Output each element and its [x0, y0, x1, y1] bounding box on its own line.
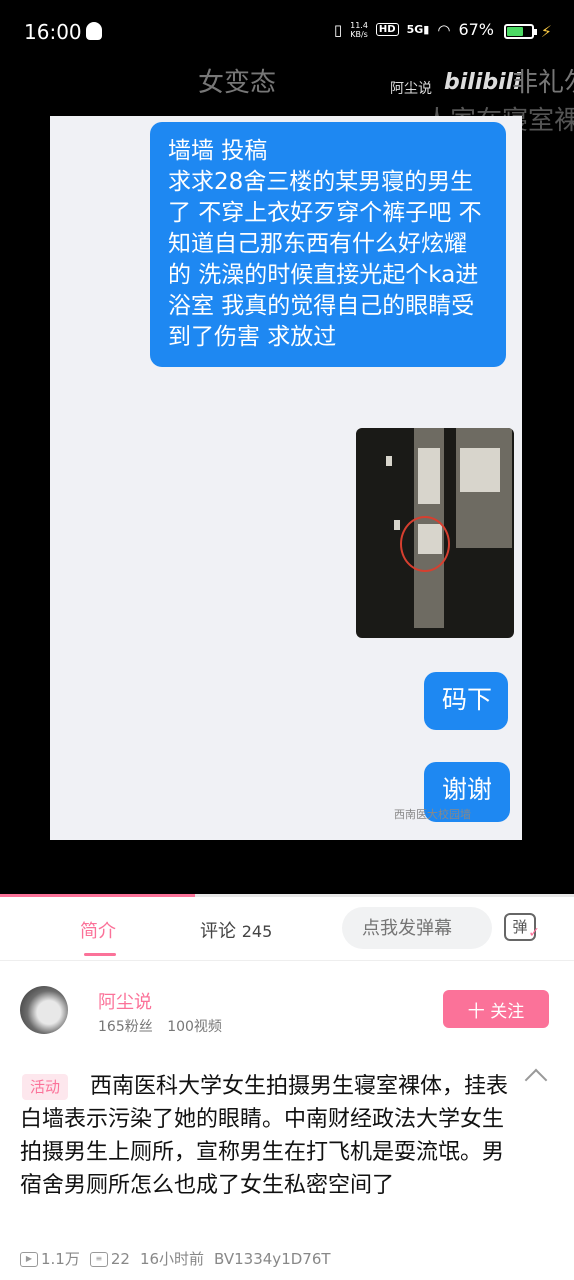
chevron-up-icon[interactable] [524, 1068, 548, 1092]
avatar[interactable] [20, 986, 68, 1034]
status-bar: 16:00 ▯ 11.4 KB/s HD 5G▮ ◠ 67% ⚡ [0, 0, 574, 62]
video-watermark-user: 阿尘说 [390, 81, 432, 97]
video-title: 西南医科大学女生拍摄男生寝室裸体，挂表白墙表示污染了她的眼睛。中南财经政法大学女… [20, 1074, 509, 1198]
signal-label: 5G [406, 23, 424, 36]
video-meta: ▶ 1.1万 ≡ 22 16小时前 BV1334y1D76T [20, 1248, 331, 1269]
hd-badge: HD [375, 23, 399, 36]
check-icon: ✓ [528, 925, 540, 941]
photo-lit-window [418, 448, 440, 504]
uploader-videos: 100视频 [167, 1019, 222, 1035]
chat-screenshot: 墙墙 投稿 求求28舍三楼的某男寝的男生了 不穿上衣好歹穿个裤子吧 不知道自己那… [50, 116, 522, 840]
views-count: 1.1万 [41, 1250, 80, 1268]
net-speed-unit: KB/s [350, 29, 368, 39]
signal-icon: 5G▮ [406, 23, 430, 36]
battery-percent: 67% [458, 20, 494, 39]
status-time: 16:00 [24, 20, 82, 44]
bvid[interactable]: BV1334y1D76T [214, 1250, 330, 1268]
photo-light [386, 456, 392, 466]
views-stat: ▶ 1.1万 [20, 1248, 80, 1269]
status-indicators: ▯ 11.4 KB/s HD 5G▮ ◠ 67% [334, 20, 494, 39]
chat-bubble-main: 墙墙 投稿 求求28舍三楼的某男寝的男生了 不穿上衣好歹穿个裤子吧 不知道自己那… [150, 122, 506, 367]
battery-icon [504, 24, 537, 39]
activity-tag[interactable]: 活动 [22, 1074, 69, 1100]
video-caption-right-1: 非礼勿 [512, 68, 574, 98]
danmaku-input[interactable] [342, 907, 492, 949]
uploader-name[interactable]: 阿尘说 [98, 988, 152, 1014]
video-caption-left: 女变态 [198, 68, 277, 98]
play-count-icon: ▶ [20, 1252, 38, 1267]
follow-button[interactable]: 十 关注 [443, 990, 549, 1028]
charging-icon: ⚡ [540, 22, 552, 41]
danmaku-count-icon: ≡ [89, 1251, 108, 1267]
network-speed: 11.4 KB/s [350, 21, 368, 39]
chat-watermark: 西南医大校园墙 [394, 808, 471, 821]
video-player[interactable]: 女变态 阿尘说 bilibili 非礼勿 人家在寝室裸 墙墙 投稿 求求28舍三… [0, 62, 574, 894]
tab-comments-label: 评论 [200, 921, 236, 942]
net-speed-value: 11.4 [350, 20, 368, 30]
wifi-icon: ◠ [437, 20, 451, 39]
danmaku-count: 22 [110, 1249, 130, 1268]
dorm-photo [356, 428, 514, 638]
qq-notification-icon [86, 22, 102, 40]
tab-intro-underline [84, 953, 116, 956]
bilibili-logo: bilibili [444, 70, 521, 95]
danmaku-toggle-label: 弹 [512, 918, 528, 936]
photo-lit-window [460, 448, 500, 492]
chat-bubble-2: 码下 [424, 672, 508, 730]
tab-intro[interactable]: 简介 [80, 917, 116, 943]
tab-comments[interactable]: 评论 245 [200, 917, 272, 943]
battery-fill [507, 27, 524, 36]
photo-light [394, 520, 400, 530]
danmaku-stat: ≡ 22 [89, 1249, 130, 1268]
vibrate-icon: ▯ [333, 20, 343, 39]
tab-comments-count: 245 [241, 922, 273, 941]
time-ago: 16小时前 [139, 1250, 205, 1268]
uploader-fans: 165粉丝 [98, 1019, 153, 1035]
red-circle-annotation [400, 516, 450, 572]
uploader-stats: 165粉丝 100视频 [98, 1016, 232, 1036]
danmaku-toggle-button[interactable]: 弹 ✓ [504, 913, 540, 941]
tab-bar: 简介 评论 245 弹 ✓ [0, 897, 574, 961]
